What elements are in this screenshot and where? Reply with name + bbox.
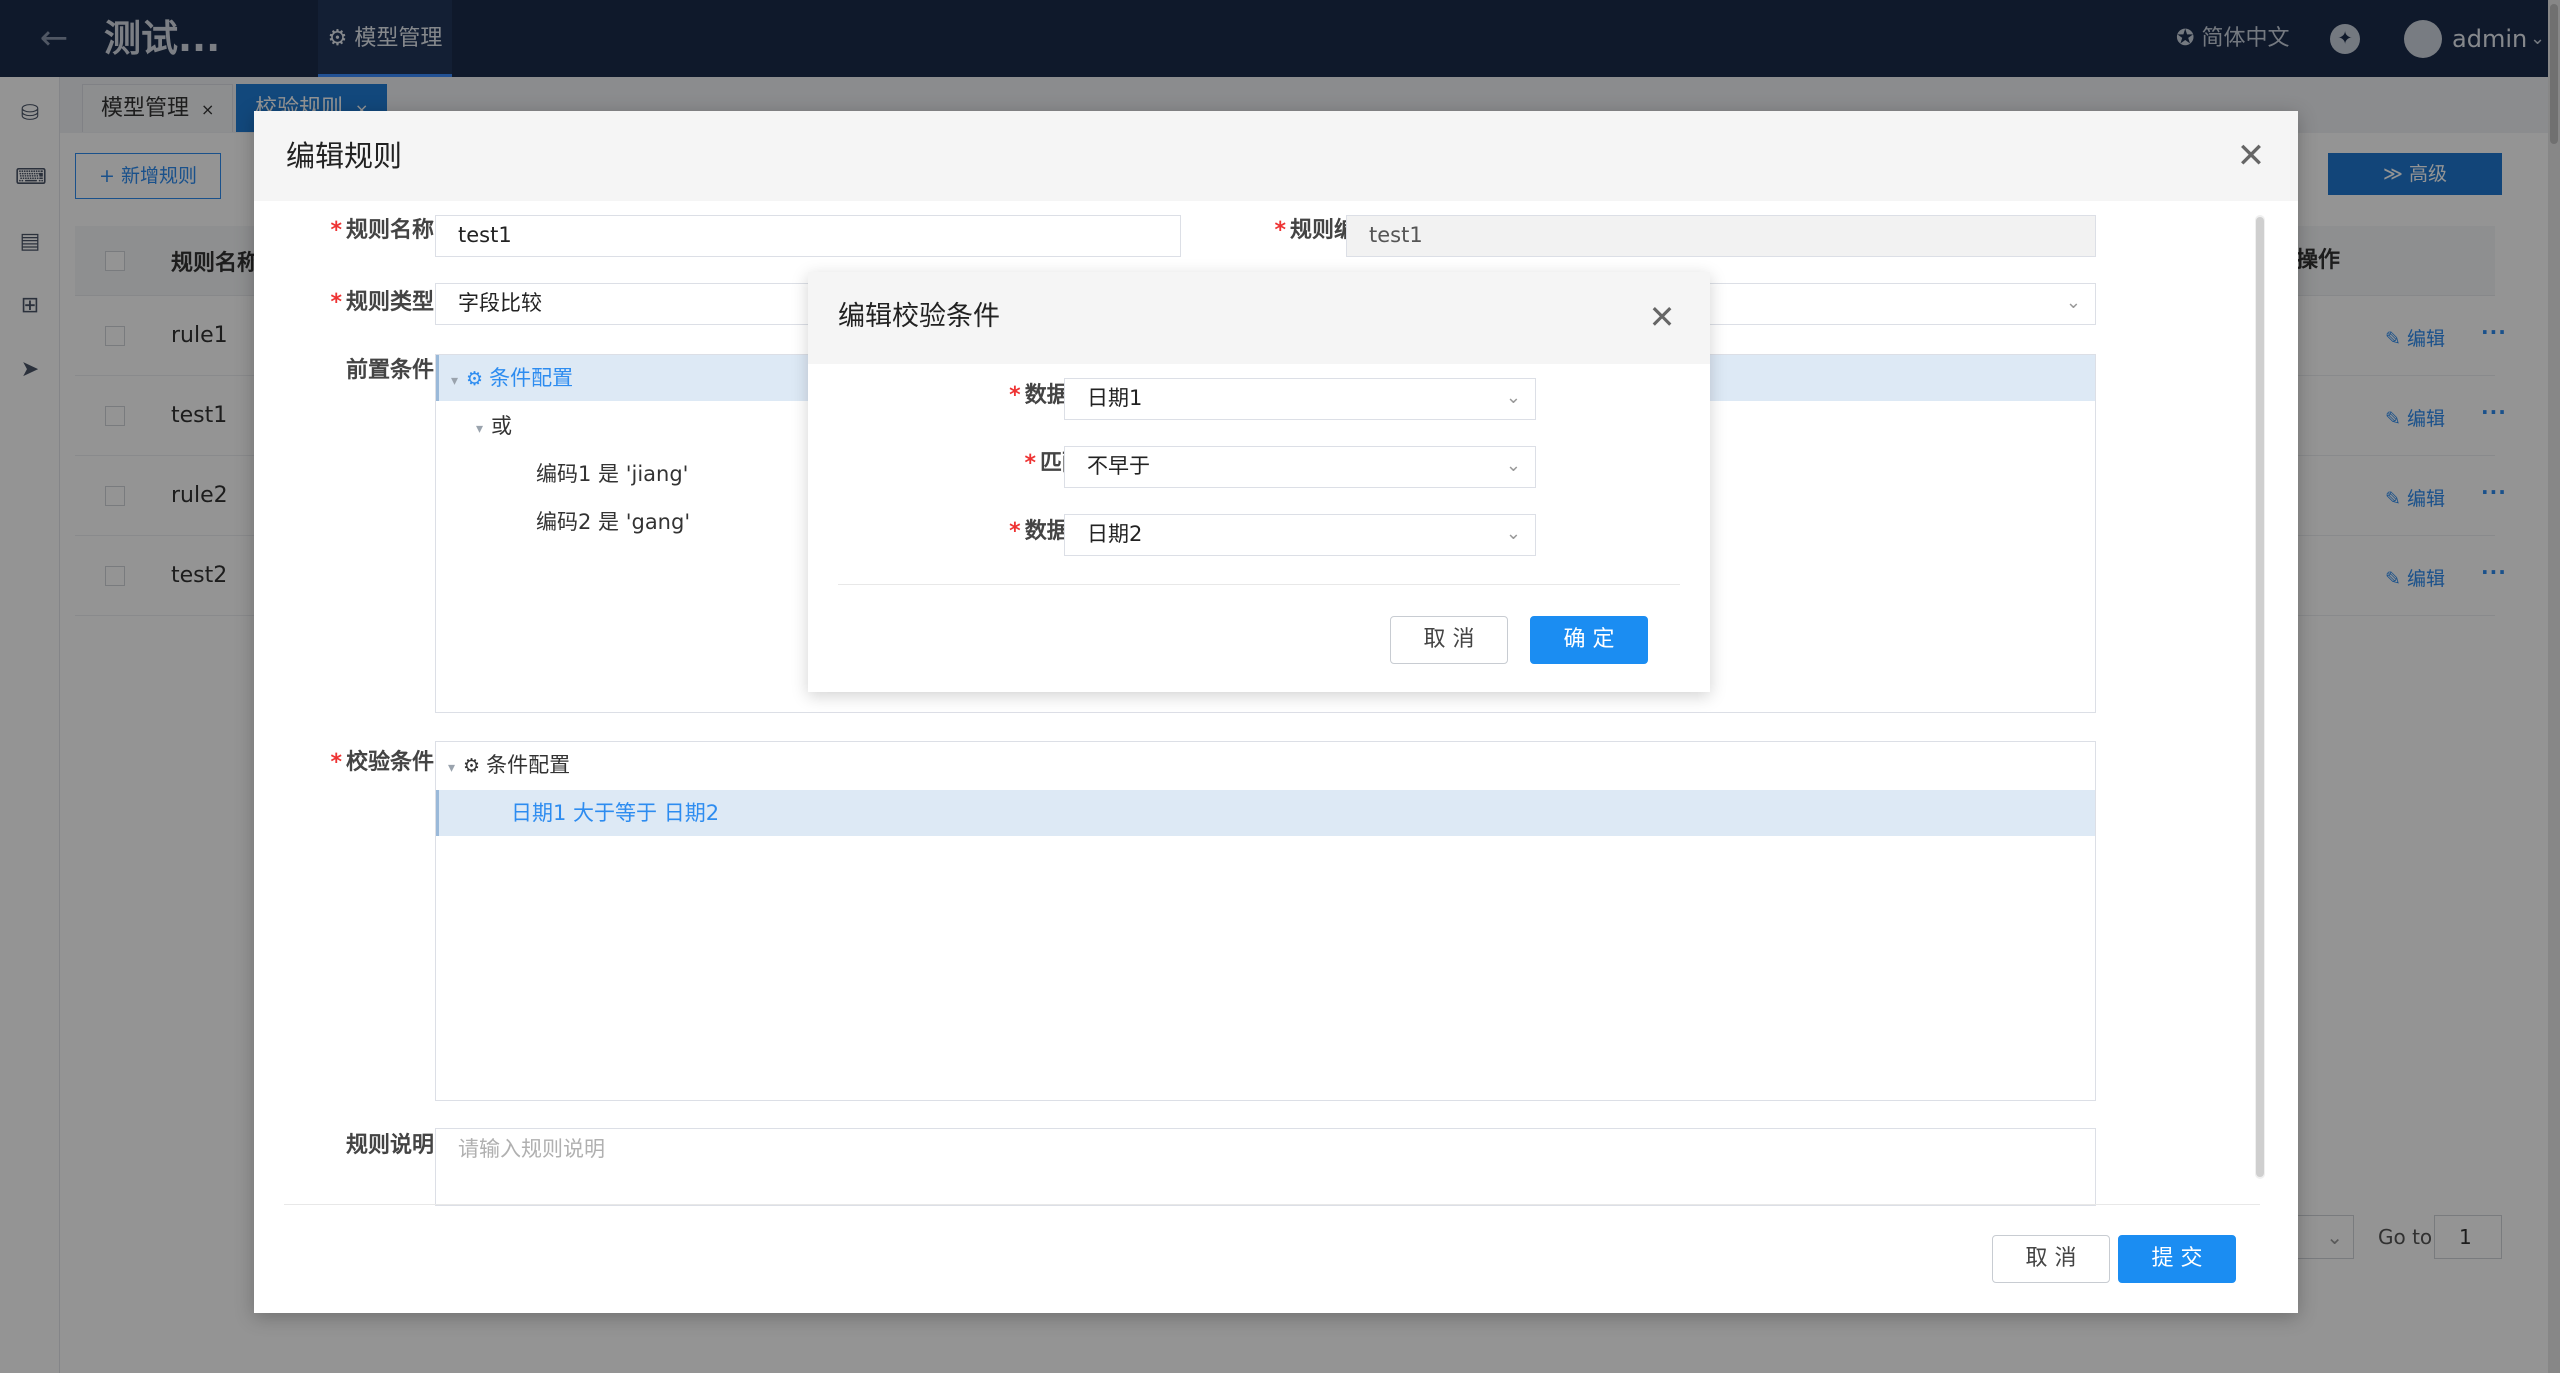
description-textarea[interactable]: 请输入规则说明	[435, 1128, 2096, 1206]
close-icon[interactable]: ✕	[1640, 294, 1684, 340]
rule-code-input[interactable]: test1	[1346, 215, 2096, 257]
gear-icon: ⚙	[466, 368, 484, 390]
gear-icon: ⚙	[463, 755, 481, 777]
dialog-cancel-button[interactable]: 取 消	[1390, 616, 1508, 664]
close-icon[interactable]: ✕	[2228, 133, 2274, 179]
edit-condition-dialog: 编辑校验条件 ✕ *数据字段1 日期1 ⌄ *匹配方式 不早于 ⌄ *数据字段2…	[808, 272, 1710, 692]
description-label: 规则说明	[345, 1133, 434, 1158]
precondition-label: 前置条件	[345, 358, 434, 383]
field2-select[interactable]: 日期2 ⌄	[1064, 514, 1536, 556]
tree-node-root[interactable]: ▾ ⚙ 条件配置	[436, 742, 2095, 788]
validation-tree: ▾ ⚙ 条件配置 日期1 大于等于 日期2	[435, 741, 2096, 1101]
modal-header	[254, 111, 2298, 201]
chevron-down-icon: ⌄	[1505, 523, 1521, 544]
rule-type-label: * 规则类型	[330, 290, 434, 315]
match-select[interactable]: 不早于 ⌄	[1064, 446, 1536, 488]
chevron-down-icon: ⌄	[2065, 292, 2081, 313]
validation-label: * 校验条件	[330, 750, 434, 775]
rule-name-label: * 规则名称	[330, 218, 434, 243]
submit-button[interactable]: 提 交	[2118, 1235, 2236, 1283]
scrollbar-thumb[interactable]	[2256, 217, 2264, 1177]
dialog-title: 编辑校验条件	[838, 301, 1000, 332]
dialog-ok-button[interactable]: 确 定	[1530, 616, 1648, 664]
caret-down-icon[interactable]: ▾	[476, 421, 483, 437]
rule-name-input[interactable]: test1	[435, 215, 1181, 257]
chevron-down-icon: ⌄	[1505, 387, 1521, 408]
modal-title: 编辑规则	[286, 139, 403, 173]
caret-down-icon[interactable]: ▾	[451, 373, 458, 389]
cancel-button[interactable]: 取 消	[1992, 1235, 2110, 1283]
footer-divider	[284, 1204, 2260, 1205]
dialog-divider	[838, 584, 1680, 585]
caret-down-icon[interactable]: ▾	[448, 760, 455, 776]
tree-node-condition[interactable]: 日期1 大于等于 日期2	[436, 790, 2095, 836]
chevron-down-icon: ⌄	[1505, 455, 1521, 476]
modal-scrollbar[interactable]	[2255, 215, 2265, 1179]
field1-select[interactable]: 日期1 ⌄	[1064, 378, 1536, 420]
